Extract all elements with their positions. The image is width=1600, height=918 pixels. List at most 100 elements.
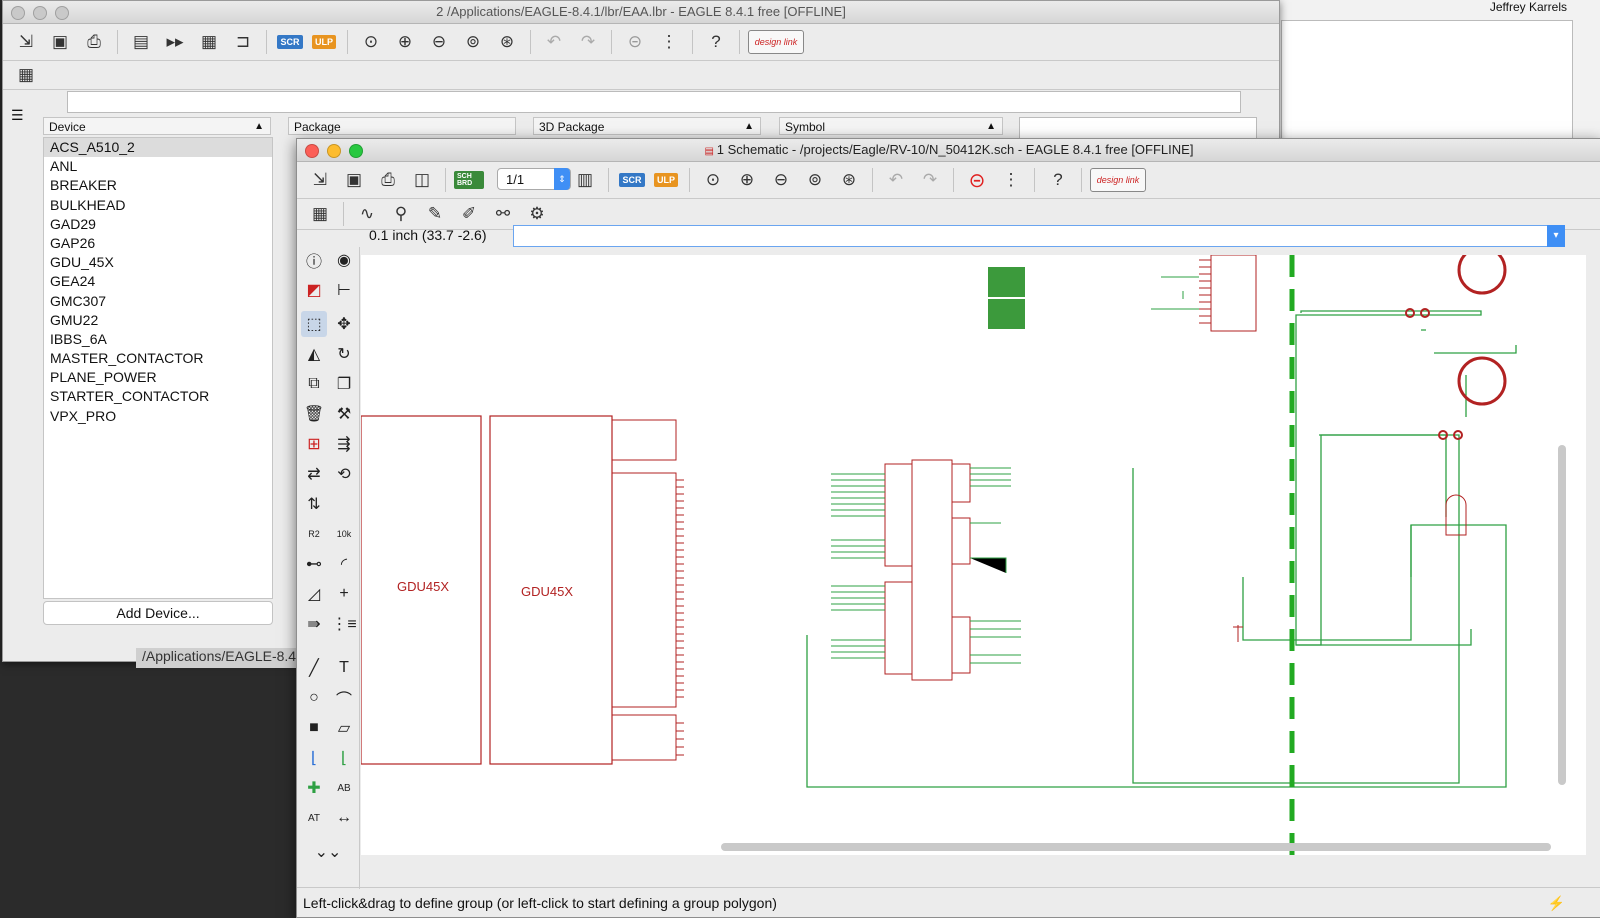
script-icon[interactable]: SCR xyxy=(617,166,647,194)
miter-icon[interactable]: ◜ xyxy=(331,551,357,577)
sheets-icon[interactable]: ▥ xyxy=(570,166,600,194)
ulp-icon[interactable]: ULP xyxy=(651,166,681,194)
label-icon[interactable]: AB xyxy=(331,775,357,801)
command-history-dropdown[interactable]: ▾ xyxy=(1547,225,1565,247)
info-icon[interactable]: ⓘ xyxy=(301,247,327,273)
gear-icon[interactable]: ⚙ xyxy=(522,200,552,228)
copy-icon[interactable]: ⧉ xyxy=(301,371,327,397)
symbol-column-header[interactable]: Symbol ▲ xyxy=(779,117,1003,135)
replace-icon[interactable]: ⇶ xyxy=(331,431,357,457)
add-device-button[interactable]: Add Device... xyxy=(43,601,273,625)
list-item[interactable]: GAP26 xyxy=(44,234,272,253)
value-icon[interactable]: 10k xyxy=(331,521,357,547)
list-item[interactable]: MASTER_CONTACTOR xyxy=(44,349,272,368)
zoom-redraw-icon[interactable]: ⊛ xyxy=(834,166,864,194)
net-icon[interactable]: ∿ xyxy=(352,200,382,228)
print-icon[interactable]: ⎙ xyxy=(373,166,403,194)
script-icon[interactable]: SCR xyxy=(275,28,305,56)
device-column-header[interactable]: Device ▲ xyxy=(43,117,271,135)
grid-icon[interactable]: ▦ xyxy=(11,61,41,89)
symbol-icon[interactable]: ⊐ xyxy=(228,28,258,56)
sch-brd-switch-icon[interactable]: SCH BRD xyxy=(454,166,484,194)
list-item[interactable]: STARTER_CONTACTOR xyxy=(44,387,272,406)
slice-icon[interactable]: ◿ xyxy=(301,581,327,607)
sidebar-toggle-icon[interactable]: ☰ xyxy=(11,107,24,124)
bus-icon[interactable]: ⋮≡ xyxy=(331,611,357,637)
package-column-header[interactable]: Package xyxy=(288,117,516,135)
undo-icon[interactable]: ↶ xyxy=(881,166,911,194)
3d-package-column-header[interactable]: 3D Package ▲ xyxy=(533,117,761,135)
swap-icon[interactable]: ⇄ xyxy=(301,461,327,487)
group-select-icon[interactable]: ⬚ xyxy=(301,311,327,337)
list-item[interactable]: ANL xyxy=(44,157,272,176)
link-icon[interactable]: ⚯ xyxy=(488,200,518,228)
zoom-in-icon[interactable]: ⊕ xyxy=(390,28,420,56)
gate-swap-icon[interactable]: ⇅ xyxy=(301,491,327,517)
circle-icon[interactable]: ○ xyxy=(301,685,327,711)
go-icon[interactable]: ⋮ xyxy=(654,28,684,56)
command-input[interactable] xyxy=(513,225,1565,247)
library-icon[interactable]: ▤ xyxy=(126,28,156,56)
rect-icon[interactable]: ■ xyxy=(301,715,327,741)
save-icon[interactable]: ▣ xyxy=(45,28,75,56)
close-window-button[interactable] xyxy=(305,144,319,158)
help-icon[interactable]: ? xyxy=(701,28,731,56)
zoom-out-icon[interactable]: ⊖ xyxy=(766,166,796,194)
library-command-input[interactable] xyxy=(67,91,1241,113)
list-item[interactable]: GMC307 xyxy=(44,292,272,311)
name-icon[interactable]: R2 xyxy=(301,521,327,547)
zoom-redraw-icon[interactable]: ⊛ xyxy=(492,28,522,56)
zoom-in-icon[interactable]: ⊕ xyxy=(732,166,762,194)
bus-draw-icon[interactable]: ⌊ xyxy=(301,745,327,771)
lock-icon[interactable]: ⟲ xyxy=(331,461,357,487)
list-item[interactable]: VPX_PRO xyxy=(44,407,272,426)
next-icon[interactable]: ▸▸ xyxy=(160,28,190,56)
zoom-window-button[interactable] xyxy=(349,144,363,158)
list-item[interactable]: ACS_A510_2 xyxy=(44,138,272,158)
list-item[interactable]: GEA24 xyxy=(44,272,272,291)
design-link-button[interactable]: design link xyxy=(1090,168,1146,192)
smash-icon[interactable]: + xyxy=(331,581,357,607)
stop-icon[interactable]: ⊝ xyxy=(962,166,992,194)
print-icon[interactable]: ⎙ xyxy=(79,28,109,56)
line-icon[interactable]: ╱ xyxy=(301,655,327,681)
open-icon[interactable]: ⇲ xyxy=(305,166,335,194)
ulp-icon[interactable]: ULP xyxy=(309,28,339,56)
junction-icon[interactable]: ✚ xyxy=(301,775,327,801)
split-icon[interactable]: ⊷ xyxy=(301,551,327,577)
zoom-select-icon[interactable]: ⊚ xyxy=(800,166,830,194)
undo-icon[interactable]: ↶ xyxy=(539,28,569,56)
list-item[interactable]: PLANE_POWER xyxy=(44,368,272,387)
list-item[interactable]: BREAKER xyxy=(44,176,272,195)
list-item[interactable]: GAD29 xyxy=(44,215,272,234)
package-icon[interactable]: ▦ xyxy=(194,28,224,56)
layer-icon[interactable]: ◩ xyxy=(301,277,327,303)
zoom-fit-icon[interactable]: ⊙ xyxy=(698,166,728,194)
sheet-selector[interactable]: 1/1 ⇕ xyxy=(497,168,571,190)
attribute-icon[interactable]: AT xyxy=(301,805,327,831)
minimize-window-button[interactable] xyxy=(33,6,47,20)
show-icon[interactable]: ⚲ xyxy=(386,200,416,228)
list-item[interactable]: GMU22 xyxy=(44,311,272,330)
close-window-button[interactable] xyxy=(11,6,25,20)
mark-icon[interactable]: ⊢ xyxy=(331,277,357,303)
zoom-fit-icon[interactable]: ⊙ xyxy=(356,28,386,56)
go-icon[interactable]: ⋮ xyxy=(996,166,1026,194)
zoom-out-icon[interactable]: ⊖ xyxy=(424,28,454,56)
open-icon[interactable]: ⇲ xyxy=(11,28,41,56)
arc-icon[interactable]: ⌒ xyxy=(331,685,357,711)
draw-icon[interactable]: ✎ xyxy=(420,200,450,228)
net-draw-icon[interactable]: ⌊ xyxy=(331,745,357,771)
wrench-icon[interactable]: ⚒ xyxy=(331,401,357,427)
route-icon[interactable]: ✐ xyxy=(454,200,484,228)
design-link-button[interactable]: design link xyxy=(748,30,804,54)
dimension-icon[interactable]: ↔ xyxy=(331,805,357,831)
schematic-canvas[interactable]: GDU45X GDU45X xyxy=(361,255,1586,855)
move-icon[interactable]: ✥ xyxy=(331,311,357,337)
list-item[interactable]: IBBS_6A xyxy=(44,330,272,349)
zoom-select-icon[interactable]: ⊚ xyxy=(458,28,488,56)
stop-icon[interactable]: ⊝ xyxy=(620,28,650,56)
paste-icon[interactable]: ❐ xyxy=(331,371,357,397)
add-part-icon[interactable]: ⊞ xyxy=(301,431,327,457)
rotate-icon[interactable]: ↻ xyxy=(331,341,357,367)
